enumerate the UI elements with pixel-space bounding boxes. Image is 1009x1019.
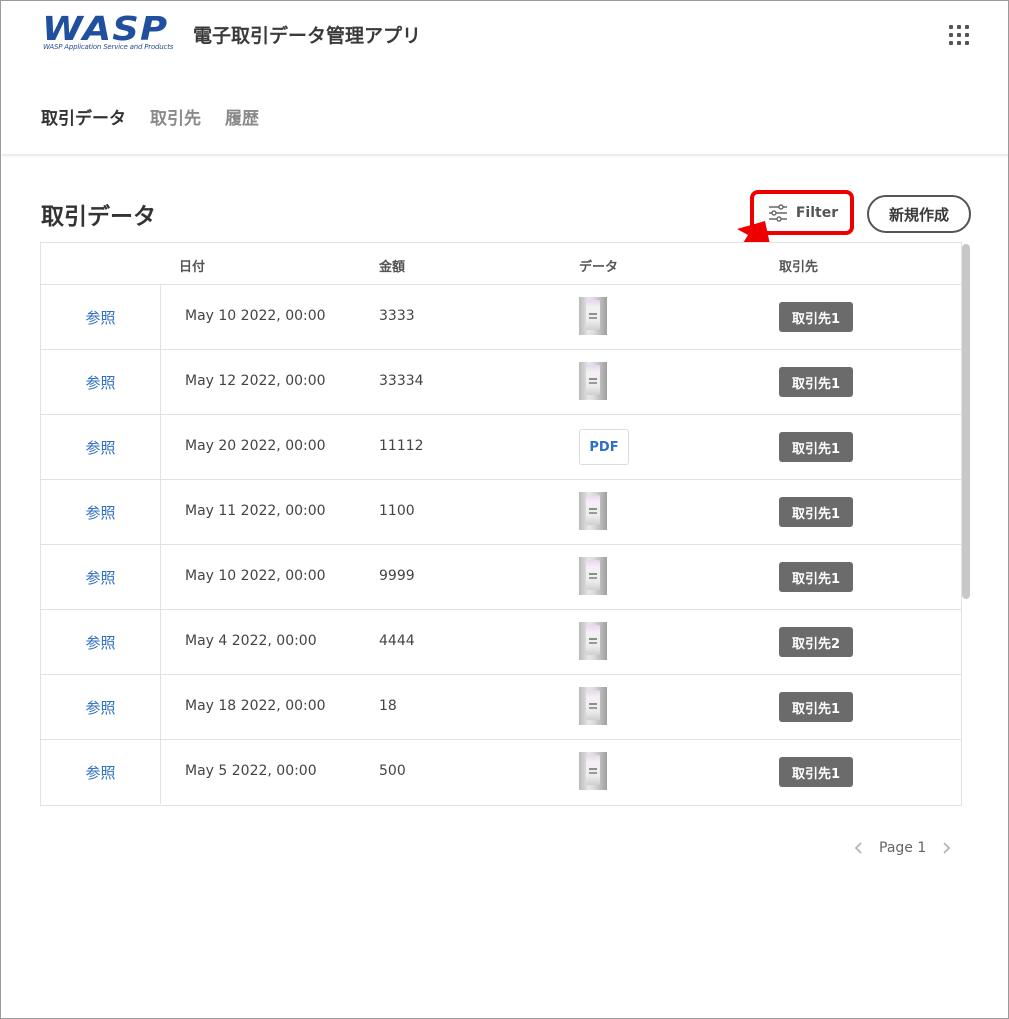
receipt-thumbnail[interactable] [579, 687, 607, 725]
wasp-logo: WASP WASP Application Service and Produc… [42, 9, 178, 55]
partner-tag[interactable]: 取引先1 [779, 497, 853, 527]
partner-tag[interactable]: 取引先2 [779, 627, 853, 657]
amount-cell: 4444 [379, 633, 415, 649]
date-cell: May 4 2022, 00:00 [185, 633, 317, 649]
amount-cell: 11112 [379, 438, 424, 454]
view-link[interactable]: 参照 [85, 502, 115, 523]
view-link[interactable]: 参照 [85, 437, 115, 458]
nav-tab-transactions[interactable]: 取引データ [41, 104, 126, 129]
app-window: WASP WASP Application Service and Produc… [0, 0, 1009, 1019]
receipt-thumbnail[interactable] [579, 297, 607, 335]
date-cell: May 10 2022, 00:00 [185, 308, 326, 324]
amount-cell: 18 [379, 698, 397, 714]
chevron-left-icon[interactable] [851, 839, 865, 857]
view-link[interactable]: 参照 [85, 762, 115, 783]
apps-grid-icon[interactable] [949, 25, 969, 45]
view-link[interactable]: 参照 [85, 697, 115, 718]
date-cell: May 10 2022, 00:00 [185, 568, 326, 584]
amount-cell: 9999 [379, 568, 415, 584]
nav-divider [2, 154, 1008, 156]
pdf-file-badge[interactable]: PDF [579, 429, 629, 465]
view-link[interactable]: 参照 [85, 307, 115, 328]
date-cell: May 5 2022, 00:00 [185, 763, 317, 779]
app-header: WASP WASP Application Service and Produc… [1, 1, 1008, 71]
column-header-date[interactable]: 日付 [179, 256, 205, 275]
date-cell: May 12 2022, 00:00 [185, 373, 326, 389]
table-row: 参照 May 4 2022, 00:00 4444 取引先2 [41, 610, 961, 675]
pagination: Page 1 [851, 839, 954, 857]
partner-tag[interactable]: 取引先1 [779, 432, 853, 462]
date-cell: May 11 2022, 00:00 [185, 503, 326, 519]
table-row: 参照 May 5 2022, 00:00 500 取引先1 [41, 740, 961, 805]
partner-tag[interactable]: 取引先1 [779, 302, 853, 332]
amount-cell: 500 [379, 763, 406, 779]
nav-tab-partners[interactable]: 取引先 [150, 104, 201, 129]
partner-tag[interactable]: 取引先1 [779, 692, 853, 722]
view-link[interactable]: 参照 [85, 567, 115, 588]
receipt-thumbnail[interactable] [579, 752, 607, 790]
column-header-amount[interactable]: 金額 [379, 256, 405, 275]
transactions-table: 日付 金額 データ 取引先 参照 May 10 2022, 00:00 3333… [40, 242, 962, 806]
partner-tag[interactable]: 取引先1 [779, 367, 853, 397]
receipt-thumbnail[interactable] [579, 622, 607, 660]
page-indicator: Page 1 [879, 840, 927, 856]
view-link[interactable]: 参照 [85, 372, 115, 393]
scrollbar-thumb[interactable] [962, 244, 970, 599]
table-row: 参照 May 18 2022, 00:00 18 取引先1 [41, 675, 961, 740]
view-link[interactable]: 参照 [85, 632, 115, 653]
receipt-thumbnail[interactable] [579, 492, 607, 530]
table-row: 参照 May 20 2022, 00:00 11112 PDF 取引先1 [41, 415, 961, 480]
chevron-right-icon[interactable] [940, 839, 954, 857]
table-header: 日付 金額 データ 取引先 [41, 243, 961, 285]
date-cell: May 20 2022, 00:00 [185, 438, 326, 454]
partner-tag[interactable]: 取引先1 [779, 757, 853, 787]
logo-tagline: WASP Application Service and Products [43, 43, 174, 51]
partner-tag[interactable]: 取引先1 [779, 562, 853, 592]
amount-cell: 1100 [379, 503, 415, 519]
amount-cell: 3333 [379, 308, 415, 324]
receipt-thumbnail[interactable] [579, 362, 607, 400]
app-title: 電子取引データ管理アプリ [193, 25, 422, 47]
date-cell: May 18 2022, 00:00 [185, 698, 326, 714]
create-new-button[interactable]: 新規作成 [867, 195, 971, 233]
column-header-data[interactable]: データ [579, 256, 618, 275]
amount-cell: 33334 [379, 373, 424, 389]
main-nav: 取引データ 取引先 履歴 [41, 104, 259, 129]
table-row: 参照 May 11 2022, 00:00 1100 取引先1 [41, 480, 961, 545]
table-row: 参照 May 10 2022, 00:00 3333 取引先1 [41, 285, 961, 350]
column-header-partner[interactable]: 取引先 [779, 256, 818, 275]
table-row: 参照 May 10 2022, 00:00 9999 取引先1 [41, 545, 961, 610]
receipt-thumbnail[interactable] [579, 557, 607, 595]
nav-tab-history[interactable]: 履歴 [225, 104, 259, 129]
table-row: 参照 May 12 2022, 00:00 33334 取引先1 [41, 350, 961, 415]
page-title: 取引データ [41, 204, 156, 230]
